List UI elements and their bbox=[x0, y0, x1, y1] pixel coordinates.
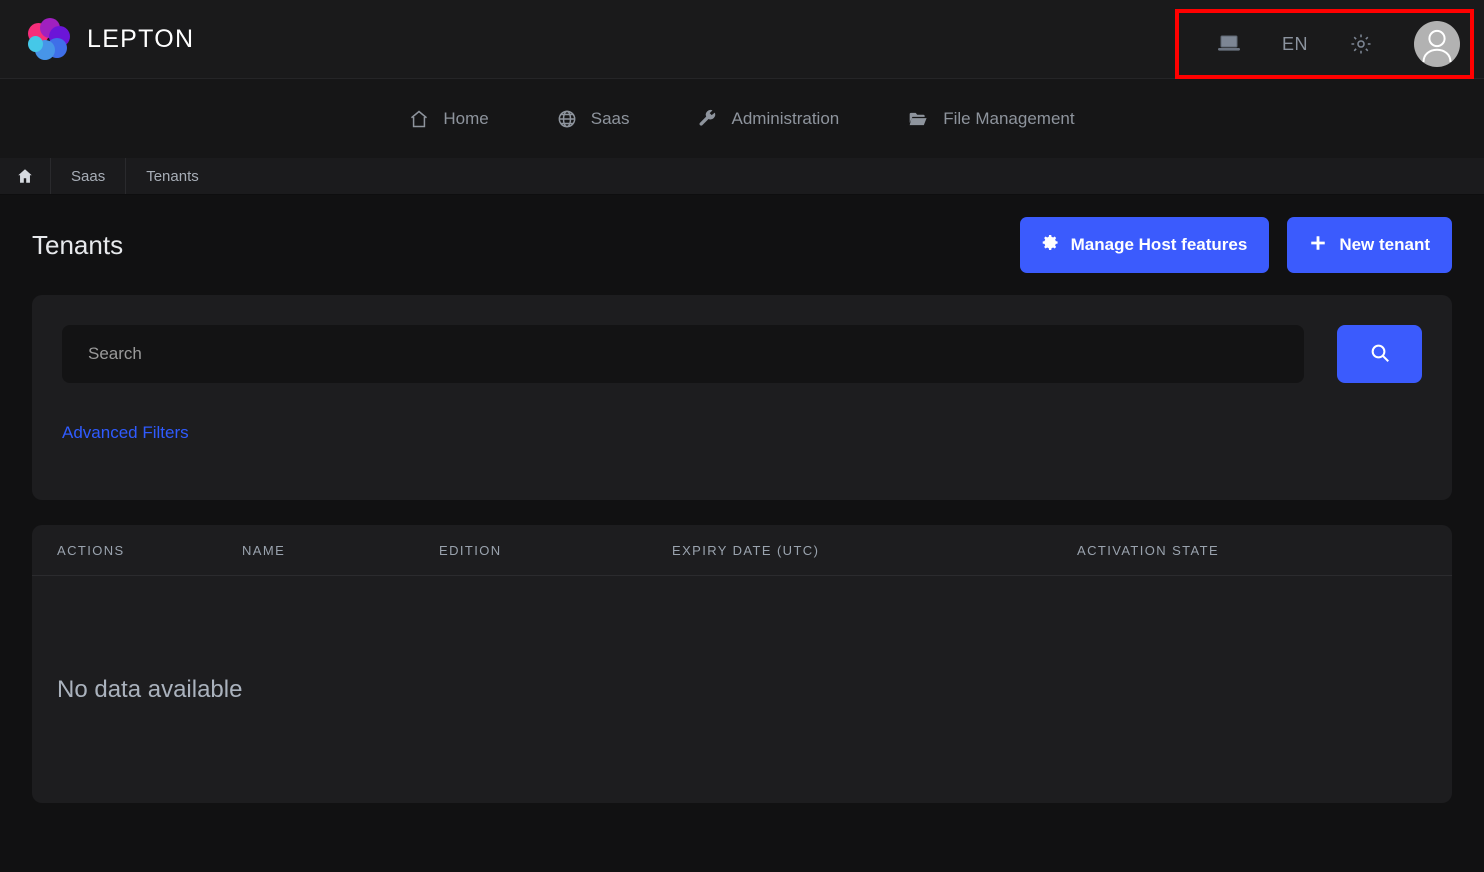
search-row bbox=[62, 325, 1422, 383]
globe-icon bbox=[557, 109, 577, 129]
manage-host-features-label: Manage Host features bbox=[1071, 235, 1248, 255]
nav-item-saas[interactable]: Saas bbox=[523, 79, 664, 158]
main-navigation: Home Saas Administration File Management bbox=[0, 79, 1484, 158]
search-panel: Advanced Filters bbox=[32, 295, 1452, 500]
nav-item-home[interactable]: Home bbox=[375, 79, 522, 158]
user-avatar-icon bbox=[1414, 21, 1460, 67]
nav-label-administration: Administration bbox=[732, 109, 840, 129]
column-header-state: Activation State bbox=[1077, 543, 1427, 558]
advanced-filters-link[interactable]: Advanced Filters bbox=[62, 423, 189, 443]
app-header: LEPTON EN bbox=[0, 0, 1484, 79]
column-header-name: Name bbox=[242, 543, 439, 558]
search-input[interactable] bbox=[62, 325, 1304, 383]
nav-label-file-management: File Management bbox=[943, 109, 1074, 129]
header-right-toolbar: EN bbox=[1167, 9, 1474, 79]
breadcrumb-home[interactable] bbox=[0, 158, 51, 194]
breadcrumb: Saas Tenants bbox=[0, 158, 1484, 195]
empty-state-message: No data available bbox=[57, 676, 242, 704]
column-header-actions: Actions bbox=[57, 543, 242, 558]
column-header-expiry: Expiry Date (UTC) bbox=[672, 543, 1077, 558]
column-header-edition: Edition bbox=[439, 543, 672, 558]
breadcrumb-item-saas[interactable]: Saas bbox=[51, 158, 126, 194]
brand[interactable]: LEPTON bbox=[27, 17, 194, 61]
page-title: Tenants bbox=[32, 230, 123, 261]
language-selector[interactable]: EN bbox=[1261, 9, 1329, 79]
search-button[interactable] bbox=[1337, 325, 1422, 383]
laptop-icon[interactable] bbox=[1197, 9, 1261, 79]
nav-label-home: Home bbox=[443, 109, 488, 129]
lepton-pinwheel-logo-icon bbox=[27, 17, 71, 61]
brand-name: LEPTON bbox=[87, 25, 194, 54]
tenants-table: Actions Name Edition Expiry Date (UTC) A… bbox=[32, 525, 1452, 803]
new-tenant-button[interactable]: New tenant bbox=[1287, 217, 1452, 273]
page-content: Tenants Manage Host features New tena bbox=[0, 195, 1484, 803]
manage-host-features-button[interactable]: Manage Host features bbox=[1020, 217, 1270, 273]
gear-icon[interactable] bbox=[1329, 9, 1393, 79]
wrench-icon bbox=[698, 109, 718, 129]
breadcrumb-item-tenants[interactable]: Tenants bbox=[126, 158, 219, 194]
gear-icon bbox=[1042, 234, 1059, 256]
avatar[interactable] bbox=[1393, 9, 1460, 79]
nav-label-saas: Saas bbox=[591, 109, 630, 129]
page-header: Tenants Manage Host features New tena bbox=[32, 195, 1452, 295]
search-icon bbox=[1369, 342, 1391, 367]
page-action-buttons: Manage Host features New tenant bbox=[1020, 217, 1452, 273]
home-icon bbox=[409, 109, 429, 129]
language-label: EN bbox=[1282, 34, 1308, 55]
folder-open-icon bbox=[907, 109, 929, 129]
table-header-row: Actions Name Edition Expiry Date (UTC) A… bbox=[32, 525, 1452, 576]
plus-icon bbox=[1309, 234, 1327, 257]
nav-item-administration[interactable]: Administration bbox=[664, 79, 874, 158]
new-tenant-label: New tenant bbox=[1339, 235, 1430, 255]
table-body: No data available bbox=[32, 576, 1452, 803]
nav-item-file-management[interactable]: File Management bbox=[873, 79, 1108, 158]
